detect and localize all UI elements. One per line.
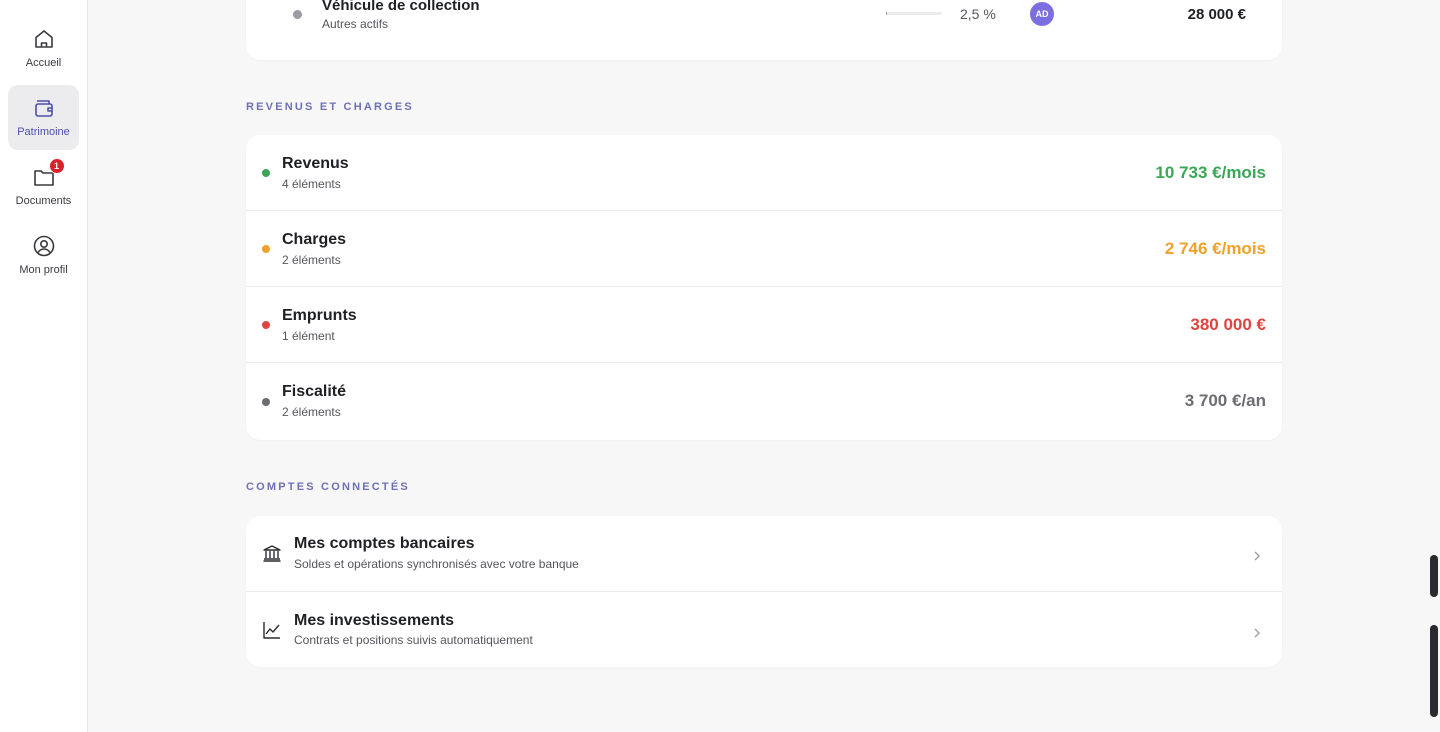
comptes-card: Mes comptes bancaires Soldes et opératio…: [246, 516, 1282, 667]
link-row-investissements[interactable]: Mes investissements Contrats et position…: [246, 592, 1282, 667]
scrollbar-thumb[interactable]: [1430, 625, 1438, 717]
link-title: Mes investissements: [294, 612, 455, 629]
sidebar-item-label: Accueil: [25, 57, 62, 69]
sidebar-item-label: Documents: [15, 195, 72, 207]
row-amount: 380 000 €: [1190, 315, 1266, 334]
owner-avatar: AD: [1030, 2, 1054, 26]
status-dot: [262, 398, 270, 406]
asset-subtitle: Autres actifs: [322, 17, 389, 31]
row-title: Emprunts: [282, 307, 357, 324]
link-subtitle: Soldes et opérations synchronisés avec v…: [294, 557, 579, 571]
asset-amount: 28 000 €: [1187, 6, 1246, 23]
wallet-icon: [32, 96, 56, 120]
user-circle-icon: [32, 234, 56, 258]
notification-badge: 1: [48, 158, 65, 174]
row-amount: 10 733 €/mois: [1155, 163, 1266, 182]
status-dot: [262, 245, 270, 253]
chart-line-icon: [262, 620, 282, 640]
summary-row-emprunts[interactable]: Emprunts 1 élément 380 000 €: [246, 287, 1282, 363]
asset-row[interactable]: Véhicule de collection Autres actifs 2,5…: [246, 0, 1282, 60]
share-progress-fill: [886, 12, 888, 15]
section-label-revenus-charges: REVENUS ET CHARGES: [246, 101, 414, 113]
status-dot: [262, 321, 270, 329]
sidebar-item-label: Mon profil: [19, 264, 68, 276]
summary-row-fiscalite[interactable]: Fiscalité 2 éléments 3 700 €/an: [246, 363, 1282, 440]
section-label-comptes: COMPTES CONNECTÉS: [246, 481, 410, 493]
status-dot: [262, 169, 270, 177]
chevron-right-icon: [1252, 548, 1262, 561]
row-subtitle: 2 éléments: [282, 405, 341, 419]
link-row-comptes-bancaires[interactable]: Mes comptes bancaires Soldes et opératio…: [246, 516, 1282, 592]
asset-title: Véhicule de collection: [322, 0, 480, 14]
row-title: Charges: [282, 231, 347, 248]
folder-icon: 1: [32, 158, 65, 189]
asset-dot: [293, 10, 302, 19]
link-subtitle: Contrats et positions suivis automatique…: [294, 633, 533, 647]
chevron-right-icon: [1252, 625, 1262, 638]
scrollbar-thumb[interactable]: [1430, 555, 1438, 597]
asset-card: Véhicule de collection Autres actifs 2,5…: [246, 0, 1282, 60]
sidebar-item-label: Patrimoine: [17, 126, 70, 138]
revenus-charges-card: Revenus 4 éléments 10 733 €/mois Charges…: [246, 135, 1282, 440]
link-title: Mes comptes bancaires: [294, 535, 475, 552]
share-percent: 2,5 %: [960, 6, 996, 22]
sidebar-item-accueil[interactable]: Accueil: [8, 16, 79, 81]
share-progress-bar: [886, 12, 942, 15]
row-title: Revenus: [282, 155, 349, 172]
home-icon: [32, 27, 56, 51]
bank-icon: [262, 543, 282, 563]
sidebar-item-patrimoine[interactable]: Patrimoine: [8, 85, 79, 150]
summary-row-charges[interactable]: Charges 2 éléments 2 746 €/mois: [246, 211, 1282, 287]
row-subtitle: 1 élément: [282, 329, 335, 343]
row-subtitle: 4 éléments: [282, 177, 341, 191]
row-subtitle: 2 éléments: [282, 253, 341, 267]
sidebar: Accueil Patrimoine 1 Documents Mon profi…: [0, 0, 88, 732]
row-amount: 2 746 €/mois: [1164, 239, 1266, 258]
sidebar-item-documents[interactable]: 1 Documents: [8, 154, 79, 219]
row-title: Fiscalité: [282, 383, 347, 400]
sidebar-item-profil[interactable]: Mon profil: [8, 223, 79, 288]
row-amount: 3 700 €/an: [1184, 391, 1266, 410]
summary-row-revenus[interactable]: Revenus 4 éléments 10 733 €/mois: [246, 135, 1282, 211]
